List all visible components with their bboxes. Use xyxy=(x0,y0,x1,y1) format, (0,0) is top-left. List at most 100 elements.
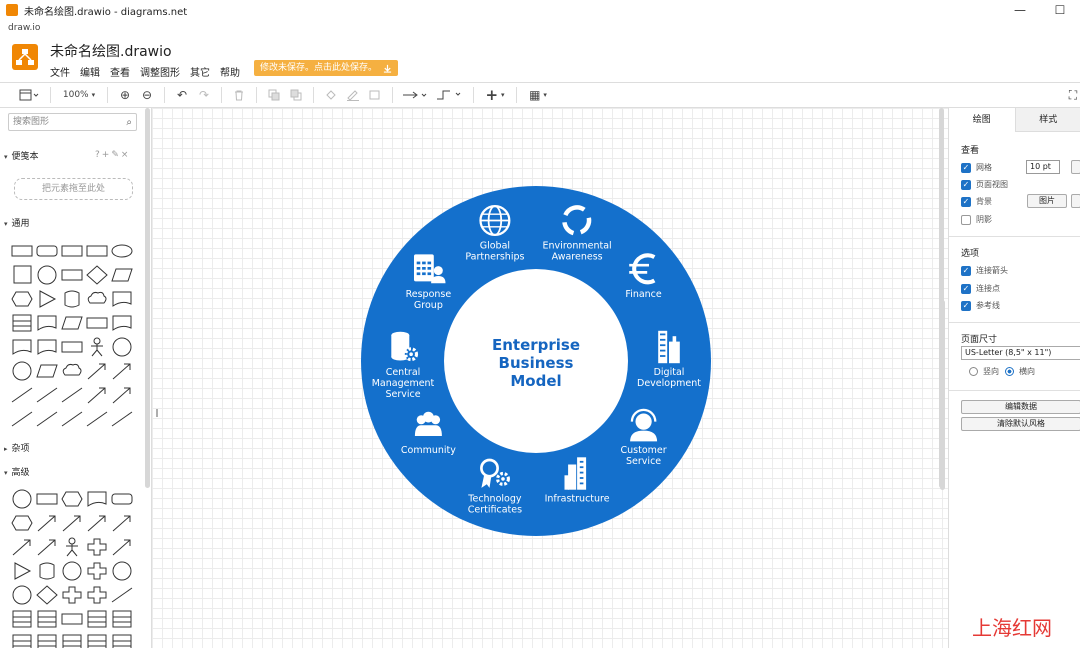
landscape-radio[interactable]: 横向 xyxy=(1005,366,1035,377)
insert-button[interactable]: + ▾ xyxy=(480,83,510,107)
line-color-button[interactable] xyxy=(342,83,364,107)
shape-circle-icon[interactable] xyxy=(110,336,134,358)
shape-line-icon[interactable] xyxy=(35,408,59,430)
zoom-out-button[interactable]: ⊖ xyxy=(136,83,158,107)
connection-points-checkbox[interactable]: ✓ 连接点 xyxy=(961,283,1000,294)
shape-arrow-icon[interactable] xyxy=(35,536,59,558)
shape-circle-icon[interactable] xyxy=(10,584,34,606)
redo-button[interactable]: ↷ xyxy=(193,83,215,107)
shape-search-input[interactable]: 搜索图形 ⌕ xyxy=(8,113,137,131)
search-icon[interactable]: ⌕ xyxy=(126,115,132,131)
guides-checkbox[interactable]: ✓ 参考线 xyxy=(961,300,1000,311)
sidebar-scrollbar[interactable] xyxy=(145,108,150,488)
shape-square-icon[interactable] xyxy=(10,264,34,286)
shape-table-icon[interactable] xyxy=(60,632,84,648)
drawing-canvas[interactable]: ‖ Enterprise Business Model Global Partne… xyxy=(152,108,948,648)
misc-section-header[interactable]: ▸ 杂项 xyxy=(4,441,30,454)
shape-table-icon[interactable] xyxy=(110,632,134,648)
shape-doc-icon[interactable] xyxy=(35,312,59,334)
scratchpad-controls[interactable]: ?+✎× xyxy=(95,150,130,160)
shape-hex-icon[interactable] xyxy=(10,512,34,534)
shape-cross-icon[interactable] xyxy=(60,584,84,606)
clear-default-style-button[interactable]: 清除默认风格 xyxy=(961,417,1080,431)
shape-table-icon[interactable] xyxy=(10,312,34,334)
menu-edit[interactable]: 编辑 xyxy=(80,64,100,79)
fill-color-button[interactable] xyxy=(320,83,342,107)
shape-arrow-icon[interactable] xyxy=(110,512,134,534)
shape-tri-icon[interactable] xyxy=(35,288,59,310)
enterprise-diagram[interactable]: Enterprise Business Model GlobalPartners… xyxy=(162,108,937,648)
zoom-in-button[interactable]: ⊕ xyxy=(114,83,136,107)
shape-arrow-icon[interactable] xyxy=(10,536,34,558)
undo-button[interactable]: ↶ xyxy=(171,83,193,107)
shadow-button[interactable] xyxy=(364,83,386,107)
shape-table-icon[interactable] xyxy=(10,632,34,648)
zoom-level-dropdown[interactable]: 100% ▾ xyxy=(57,83,101,107)
shape-arrow-icon[interactable] xyxy=(85,512,109,534)
shape-table-icon[interactable] xyxy=(110,608,134,630)
to-back-button[interactable] xyxy=(285,83,307,107)
shape-cloud-icon[interactable] xyxy=(85,288,109,310)
shape-circle-icon[interactable] xyxy=(60,560,84,582)
shape-circle-icon[interactable] xyxy=(10,360,34,382)
shape-cloud-icon[interactable] xyxy=(60,360,84,382)
shape-cyl-icon[interactable] xyxy=(60,288,84,310)
page-view-checkbox[interactable]: ✓ 页面视图 xyxy=(961,179,1008,190)
shape-cross-icon[interactable] xyxy=(85,560,109,582)
shape-round-icon[interactable] xyxy=(35,240,59,262)
shape-line-icon[interactable] xyxy=(10,384,34,406)
shape-hex-icon[interactable] xyxy=(60,488,84,510)
shape-table-icon[interactable] xyxy=(35,608,59,630)
minimize-button[interactable]: — xyxy=(1000,0,1040,20)
shape-table-icon[interactable] xyxy=(35,632,59,648)
delete-button[interactable] xyxy=(228,83,250,107)
shape-table-icon[interactable] xyxy=(85,608,109,630)
shape-doc-icon[interactable] xyxy=(10,336,34,358)
fullscreen-button[interactable]: ⛶ xyxy=(1062,83,1080,107)
shape-rect-icon[interactable] xyxy=(85,312,109,334)
general-section-header[interactable]: ▾ 通用 xyxy=(4,216,30,229)
connection-style-dropdown[interactable] xyxy=(399,83,433,107)
shape-rect-icon[interactable] xyxy=(35,488,59,510)
shape-line-icon[interactable] xyxy=(85,408,109,430)
shape-cyl-icon[interactable] xyxy=(35,560,59,582)
background-color-button[interactable] xyxy=(1071,194,1080,208)
page-size-select[interactable]: US-Letter (8,5" x 11") xyxy=(961,346,1080,360)
shape-arrow-icon[interactable] xyxy=(60,512,84,534)
shape-doc-icon[interactable] xyxy=(110,288,134,310)
shape-para-icon[interactable] xyxy=(110,264,134,286)
shape-para-icon[interactable] xyxy=(35,360,59,382)
shape-arrow-icon[interactable] xyxy=(85,360,109,382)
shape-line-icon[interactable] xyxy=(10,408,34,430)
menu-view[interactable]: 查看 xyxy=(110,64,130,79)
shape-circle-icon[interactable] xyxy=(10,488,34,510)
waypoints-dropdown[interactable] xyxy=(433,83,467,107)
scratchpad-section-header[interactable]: ▾ 便笺本 xyxy=(4,149,39,162)
edit-data-button[interactable]: 编辑数据 xyxy=(961,400,1080,414)
shape-tri-icon[interactable] xyxy=(10,560,34,582)
menu-file[interactable]: 文件 xyxy=(50,64,70,79)
grid-color-button[interactable] xyxy=(1071,160,1080,174)
shape-round-icon[interactable] xyxy=(110,488,134,510)
shape-line-icon[interactable] xyxy=(60,408,84,430)
shape-doc-icon[interactable] xyxy=(85,488,109,510)
shape-line-icon[interactable] xyxy=(110,584,134,606)
menu-help[interactable]: 帮助 xyxy=(220,64,240,79)
shape-cross-icon[interactable] xyxy=(85,536,109,558)
shape-rect-icon[interactable] xyxy=(60,264,84,286)
shape-rect-icon[interactable] xyxy=(60,240,84,262)
shape-person-icon[interactable] xyxy=(85,336,109,358)
shape-table-icon[interactable] xyxy=(85,632,109,648)
tab-diagram[interactable]: 绘图 xyxy=(949,108,1015,132)
table-button[interactable]: ▦ ▾ xyxy=(523,83,553,107)
shape-rect-icon[interactable] xyxy=(60,608,84,630)
shape-table-icon[interactable] xyxy=(10,608,34,630)
sidebar-resize-handle[interactable]: ‖ xyxy=(155,408,159,417)
shape-circle-icon[interactable] xyxy=(110,560,134,582)
menu-arrange[interactable]: 调整图形 xyxy=(140,64,180,79)
panel-toggle-button[interactable] xyxy=(14,83,44,107)
shape-cross-icon[interactable] xyxy=(85,584,109,606)
shape-arrow-icon[interactable] xyxy=(35,512,59,534)
shape-arrow-icon[interactable] xyxy=(85,384,109,406)
to-front-button[interactable] xyxy=(263,83,285,107)
